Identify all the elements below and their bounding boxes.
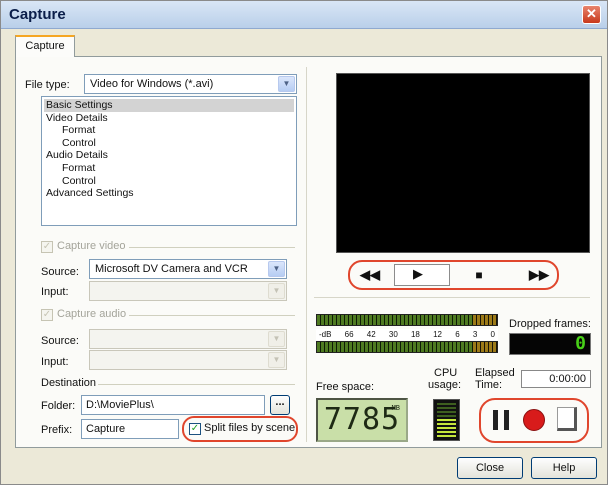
- elapsed-label-line2: Time:: [475, 379, 503, 391]
- elapsed-label-line1: Elapsed: [475, 367, 515, 379]
- dropped-frames-label: Dropped frames:: [509, 318, 591, 330]
- meter-scale-tick: -dB: [319, 330, 332, 339]
- chevron-down-icon: ▼: [268, 261, 285, 277]
- title-bar: Capture ✕: [1, 1, 607, 29]
- cpu-bar-segment: [437, 431, 456, 433]
- capture-video-divider: [129, 247, 295, 248]
- fast-forward-button[interactable]: ▶▶: [525, 265, 553, 285]
- tree-item-audio-control[interactable]: Control: [44, 175, 294, 188]
- video-input-label: Input:: [41, 286, 69, 298]
- capture-audio-checkbox[interactable]: ✓: [41, 309, 53, 321]
- close-window-button[interactable]: ✕: [582, 5, 601, 24]
- stop-record-button[interactable]: [557, 407, 577, 431]
- window-title: Capture: [9, 6, 66, 23]
- capture-video-checkbox[interactable]: ✓: [41, 241, 53, 253]
- settings-tree[interactable]: Basic Settings Video Details Format Cont…: [41, 96, 297, 226]
- audio-source-label: Source:: [41, 335, 79, 347]
- meter-scale-tick: 12: [433, 330, 442, 339]
- tree-item-video-details[interactable]: Video Details: [44, 112, 294, 125]
- cpu-bar-segment: [437, 411, 456, 413]
- meter-peak-zone: [473, 315, 497, 325]
- dropped-frames-display: 0: [509, 333, 591, 355]
- tree-item-video-format[interactable]: Format: [44, 124, 294, 137]
- chevron-down-icon: ▼: [268, 283, 285, 299]
- audio-input-label: Input:: [41, 356, 69, 368]
- meter-scale-tick: 42: [366, 330, 376, 339]
- audio-input-dropdown[interactable]: ▼: [89, 350, 287, 370]
- tree-item-video-control[interactable]: Control: [44, 137, 294, 150]
- cpu-bar-segment: [437, 407, 456, 409]
- controls-divider: [314, 297, 590, 298]
- audio-level-meter-left: [316, 314, 498, 326]
- help-button[interactable]: Help: [531, 457, 597, 479]
- tab-capture[interactable]: Capture: [15, 35, 75, 57]
- panel-divider: [306, 67, 307, 442]
- folder-label: Folder:: [41, 400, 76, 412]
- record-button[interactable]: [523, 409, 545, 431]
- cpu-bar-segment: [437, 419, 456, 421]
- meter-scale-tick: 3: [472, 330, 478, 339]
- stop-icon: ■: [475, 268, 483, 282]
- meter-scale-tick: 0: [490, 330, 495, 339]
- close-button[interactable]: Close: [457, 457, 523, 479]
- stop-button[interactable]: ■: [471, 265, 487, 285]
- tree-item-basic-settings[interactable]: Basic Settings: [44, 99, 294, 112]
- video-source-value: Microsoft DV Camera and VCR: [95, 263, 248, 275]
- audio-level-scale: -dB 66 42 30 18 12 6 3 0: [316, 329, 498, 340]
- video-source-label: Source:: [41, 266, 79, 278]
- cpu-bar-segment: [437, 403, 456, 405]
- tree-item-audio-details[interactable]: Audio Details: [44, 149, 294, 162]
- pause-button[interactable]: [489, 407, 513, 433]
- free-space-unit: MB: [391, 404, 400, 412]
- folder-input[interactable]: D:\MoviePlus\: [81, 395, 265, 415]
- chevron-down-icon: ▼: [278, 76, 295, 92]
- audio-source-dropdown[interactable]: ▼: [89, 329, 287, 349]
- cpu-bar-segment: [437, 435, 456, 437]
- video-preview: [336, 73, 590, 253]
- video-input-dropdown[interactable]: ▼: [89, 281, 287, 301]
- split-files-checkbox[interactable]: ✓: [189, 423, 201, 435]
- meter-scale-tick: 18: [410, 330, 420, 339]
- play-button[interactable]: ▶: [394, 264, 450, 286]
- capture-audio-label: Capture audio: [57, 308, 127, 320]
- browse-folder-button[interactable]: ...: [270, 395, 290, 415]
- audio-level-meter-right: [316, 341, 498, 353]
- video-source-dropdown[interactable]: Microsoft DV Camera and VCR ▼: [89, 259, 287, 279]
- capture-dialog: Capture ✕ Capture File type: Video for W…: [0, 0, 608, 485]
- destination-label: Destination: [41, 377, 97, 389]
- free-space-label: Free space:: [316, 381, 375, 393]
- cpu-bar-segment: [437, 427, 456, 429]
- prefix-label: Prefix:: [41, 424, 73, 436]
- split-files-label: Split files by scene: [204, 422, 296, 434]
- capture-video-label: Capture video: [57, 240, 126, 252]
- file-type-value: Video for Windows (*.avi): [90, 78, 214, 90]
- file-type-label: File type:: [25, 79, 70, 91]
- free-space-value: 7785: [323, 402, 401, 437]
- destination-divider: [98, 384, 295, 385]
- rewind-button[interactable]: ◀◀: [357, 265, 383, 285]
- cpu-label-line2: usage:: [428, 379, 462, 391]
- tree-item-audio-format[interactable]: Format: [44, 162, 294, 175]
- pause-icon: [493, 410, 509, 430]
- cpu-usage-meter: [433, 399, 460, 441]
- cpu-bar-segment: [437, 415, 456, 417]
- play-icon: ▶: [413, 266, 423, 281]
- meter-peak-zone: [473, 342, 497, 352]
- cpu-bar-segment: [437, 423, 456, 425]
- tree-item-advanced-settings[interactable]: Advanced Settings: [44, 187, 294, 200]
- capture-audio-divider: [129, 315, 295, 316]
- fast-forward-icon: ▶▶: [529, 267, 549, 282]
- rewind-icon: ◀◀: [360, 267, 380, 282]
- free-space-display: 7785 MB: [316, 398, 408, 442]
- chevron-down-icon: ▼: [268, 331, 285, 347]
- prefix-input[interactable]: Capture: [81, 419, 179, 439]
- chevron-down-icon: ▼: [268, 352, 285, 368]
- meter-scale-tick: 30: [388, 330, 398, 339]
- meter-scale-tick: 66: [344, 330, 354, 339]
- meter-scale-tick: 6: [455, 330, 460, 339]
- file-type-dropdown[interactable]: Video for Windows (*.avi) ▼: [84, 74, 297, 94]
- cpu-label-line1: CPU: [434, 367, 458, 379]
- elapsed-time-display: 0:00:00: [521, 370, 591, 388]
